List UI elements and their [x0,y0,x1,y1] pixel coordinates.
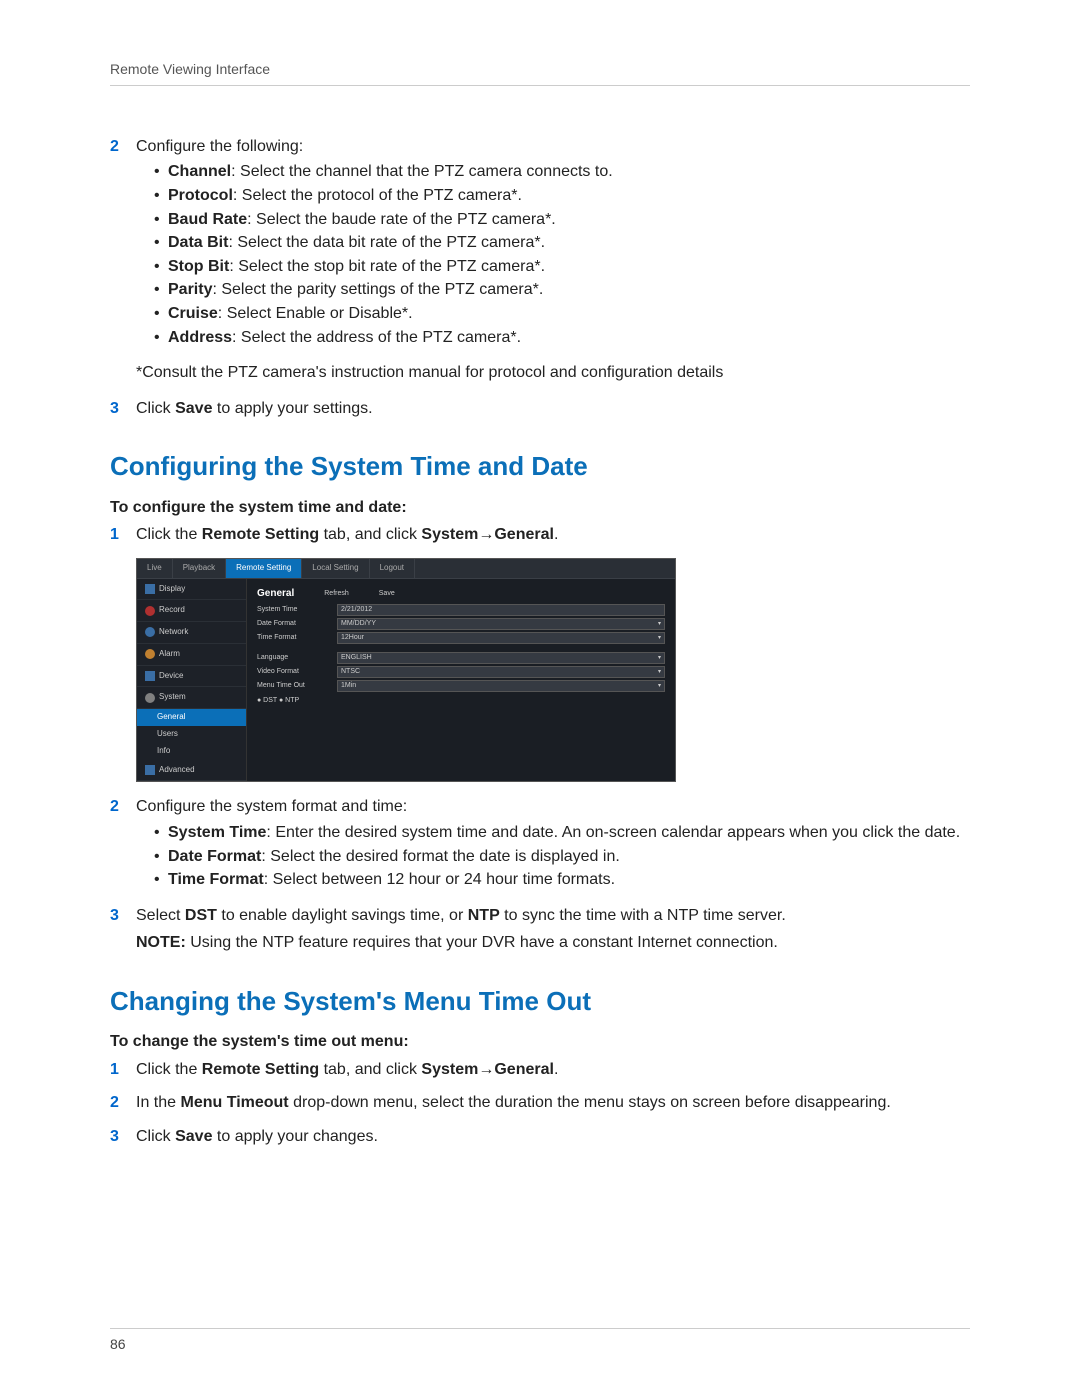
step-body: Click Save to apply your changes. [136,1126,970,1148]
save-button[interactable]: Save [379,589,395,598]
bullet: Stop Bit: Select the stop bit rate of th… [154,256,970,278]
record-icon [145,606,155,616]
step-number: 1 [110,1059,136,1081]
heading-configuring-time: Configuring the System Time and Date [110,449,970,484]
tab-local-setting[interactable]: Local Setting [302,559,369,578]
network-icon [145,627,155,637]
s1-step-1: 1 Click the Remote Setting tab, and clic… [110,524,970,546]
sidebar-sub-users[interactable]: Users [137,726,246,743]
chevron-down-icon [658,667,661,676]
ptz-step-3: 3 Click Save to apply your settings. [110,398,970,420]
page-footer: 86 [110,1328,970,1354]
step-body: Select DST to enable daylight savings ti… [136,905,970,954]
step-number: 3 [110,905,136,954]
bullet: Parity: Select the parity settings of th… [154,279,970,301]
bullet: Data Bit: Select the data bit rate of th… [154,232,970,254]
page-number: 86 [110,1336,126,1352]
sidebar-item-advanced[interactable]: Advanced [137,760,246,782]
sidebar-item-device[interactable]: Device [137,666,246,688]
date-format-select[interactable]: MM/DD/YY [337,618,665,630]
tab-logout[interactable]: Logout [370,559,415,578]
bullet: Date Format: Select the desired format t… [154,846,970,868]
note-label: NOTE: [136,934,186,951]
embedded-screenshot: Live Playback Remote Setting Local Setti… [136,558,676,783]
sidebar-item-system[interactable]: System [137,687,246,709]
wrench-icon [145,765,155,775]
subheading: To change the system's time out menu: [110,1031,970,1053]
step-number: 2 [110,796,136,892]
bullet: Protocol: Select the protocol of the PTZ… [154,185,970,207]
refresh-button[interactable]: Refresh [324,589,349,598]
screenshot-main: General Refresh Save System Time2/21/201… [247,579,675,782]
screenshot-tabs: Live Playback Remote Setting Local Setti… [137,559,675,579]
step-body: Configure the system format and time: Sy… [136,796,970,892]
monitor-icon [145,584,155,594]
time-bullets: System Time: Enter the desired system ti… [136,822,970,891]
alarm-icon [145,649,155,659]
step-number: 1 [110,524,136,546]
bullet: Baud Rate: Select the baude rate of the … [154,209,970,231]
step-body: Click the Remote Setting tab, and click … [136,1059,970,1081]
bullet: Channel: Select the channel that the PTZ… [154,161,970,183]
device-icon [145,671,155,681]
step-number: 2 [110,1092,136,1114]
bullet: Cruise: Select Enable or Disable*. [154,303,970,325]
step-number: 3 [110,1126,136,1148]
tab-remote-setting[interactable]: Remote Setting [226,559,302,578]
subheading: To configure the system time and date: [110,497,970,519]
sidebar-item-alarm[interactable]: Alarm [137,644,246,666]
chevron-down-icon [658,619,661,628]
s2-step-2: 2 In the Menu Timeout drop-down menu, se… [110,1092,970,1114]
ptz-step-2: 2 Configure the following: Channel: Sele… [110,136,970,384]
ptz-bullets: Channel: Select the channel that the PTZ… [136,161,970,348]
dst-ntp-radios[interactable]: ● DST ● NTP [257,696,665,705]
gear-icon [145,693,155,703]
time-format-select[interactable]: 12Hour [337,632,665,644]
ptz-footnote: *Consult the PTZ camera's instruction ma… [136,362,970,384]
video-format-select[interactable]: NTSC [337,666,665,678]
bullet: Address: Select the address of the PTZ c… [154,327,970,349]
sidebar-sub-info[interactable]: Info [137,743,246,760]
s2-step-3: 3 Click Save to apply your changes. [110,1126,970,1148]
header-title: Remote Viewing Interface [110,61,270,77]
system-time-field[interactable]: 2/21/2012 [337,604,665,616]
panel-title: General [257,587,294,601]
step-number: 3 [110,398,136,420]
row-label: Date Format [257,619,337,628]
sidebar-sub-general[interactable]: General [137,709,246,726]
sidebar-item-network[interactable]: Network [137,622,246,644]
row-label: Language [257,653,337,662]
screenshot-sidebar: Display Record Network Alarm Device Syst… [137,579,247,782]
row-label: Video Format [257,667,337,676]
language-select[interactable]: ENGLISH [337,652,665,664]
chevron-down-icon [658,681,661,690]
bullet: System Time: Enter the desired system ti… [154,822,970,844]
step-intro: Configure the following: [136,138,303,155]
tab-live[interactable]: Live [137,559,173,578]
step-body: Configure the following: Channel: Select… [136,136,970,384]
step-body: Click the Remote Setting tab, and click … [136,524,970,546]
row-label: Time Format [257,633,337,642]
row-label: System Time [257,605,337,614]
s1-step-3: 3 Select DST to enable daylight savings … [110,905,970,954]
step-intro: Configure the system format and time: [136,798,407,815]
heading-menu-timeout: Changing the System's Menu Time Out [110,984,970,1019]
note-text: Using the NTP feature requires that your… [186,934,778,951]
chevron-down-icon [658,633,661,642]
step-number: 2 [110,136,136,384]
sidebar-item-record[interactable]: Record [137,600,246,622]
page-header: Remote Viewing Interface [110,60,970,86]
row-label: Menu Time Out [257,681,337,690]
sidebar-item-display[interactable]: Display [137,579,246,601]
chevron-down-icon [658,653,661,662]
tab-playback[interactable]: Playback [173,559,226,578]
menu-timeout-select[interactable]: 1Min [337,680,665,692]
s1-step-2: 2 Configure the system format and time: … [110,796,970,892]
step-body: Click Save to apply your settings. [136,398,970,420]
step-body: In the Menu Timeout drop-down menu, sele… [136,1092,970,1114]
s2-step-1: 1 Click the Remote Setting tab, and clic… [110,1059,970,1081]
bullet: Time Format: Select between 12 hour or 2… [154,869,970,891]
